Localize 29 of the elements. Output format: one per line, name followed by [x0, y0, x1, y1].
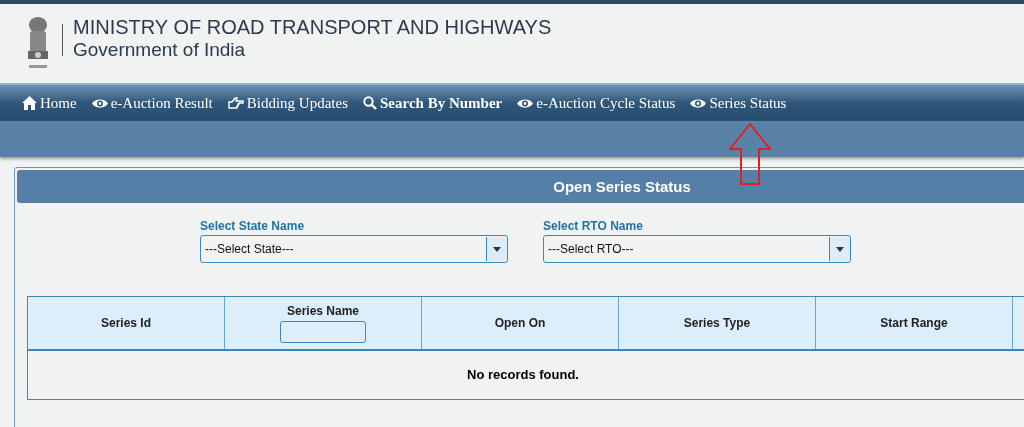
column-header: Series Id [28, 297, 225, 349]
series-name-filter-field[interactable] [280, 320, 366, 343]
eye-icon [91, 97, 108, 109]
nav-link[interactable]: Series Status [690, 94, 787, 112]
up-arrow-annotation [729, 123, 771, 185]
government-subtitle: Government of India [73, 38, 247, 61]
nav-link[interactable]: e-Auction Cycle Status [517, 94, 676, 112]
eye-icon [517, 97, 534, 109]
eye-icon [690, 97, 707, 109]
pointing-hand-icon [227, 96, 244, 110]
caret-icon [836, 246, 844, 252]
column-header: Open On [422, 297, 619, 349]
column-header-label: Series Name [286, 303, 359, 318]
column-header: Start Range [816, 297, 1013, 349]
empty-message: No records found. [466, 366, 580, 384]
dropdown-label: Select RTO Name [543, 219, 644, 233]
dropdown[interactable]: ---Select State--- [200, 235, 508, 263]
nav-link[interactable]: Home [22, 94, 77, 112]
caret-icon [493, 246, 501, 252]
panel-title-bar: Open Series Status [17, 170, 1024, 203]
ministry-title: MINISTRY OF ROAD TRANSPORT AND HIGHWAYS [73, 14, 552, 39]
dropdown[interactable]: ---Select RTO--- [543, 235, 851, 263]
nav-link[interactable]: e-Auction Result [91, 94, 213, 112]
column-header: Series Type [619, 297, 816, 349]
home-icon [22, 96, 37, 110]
nav-link[interactable]: Search By Number [363, 94, 503, 112]
dropdown-label: Select State Name [200, 219, 306, 233]
search-icon [363, 96, 377, 110]
nav-link[interactable]: Bidding Updates [227, 94, 348, 112]
